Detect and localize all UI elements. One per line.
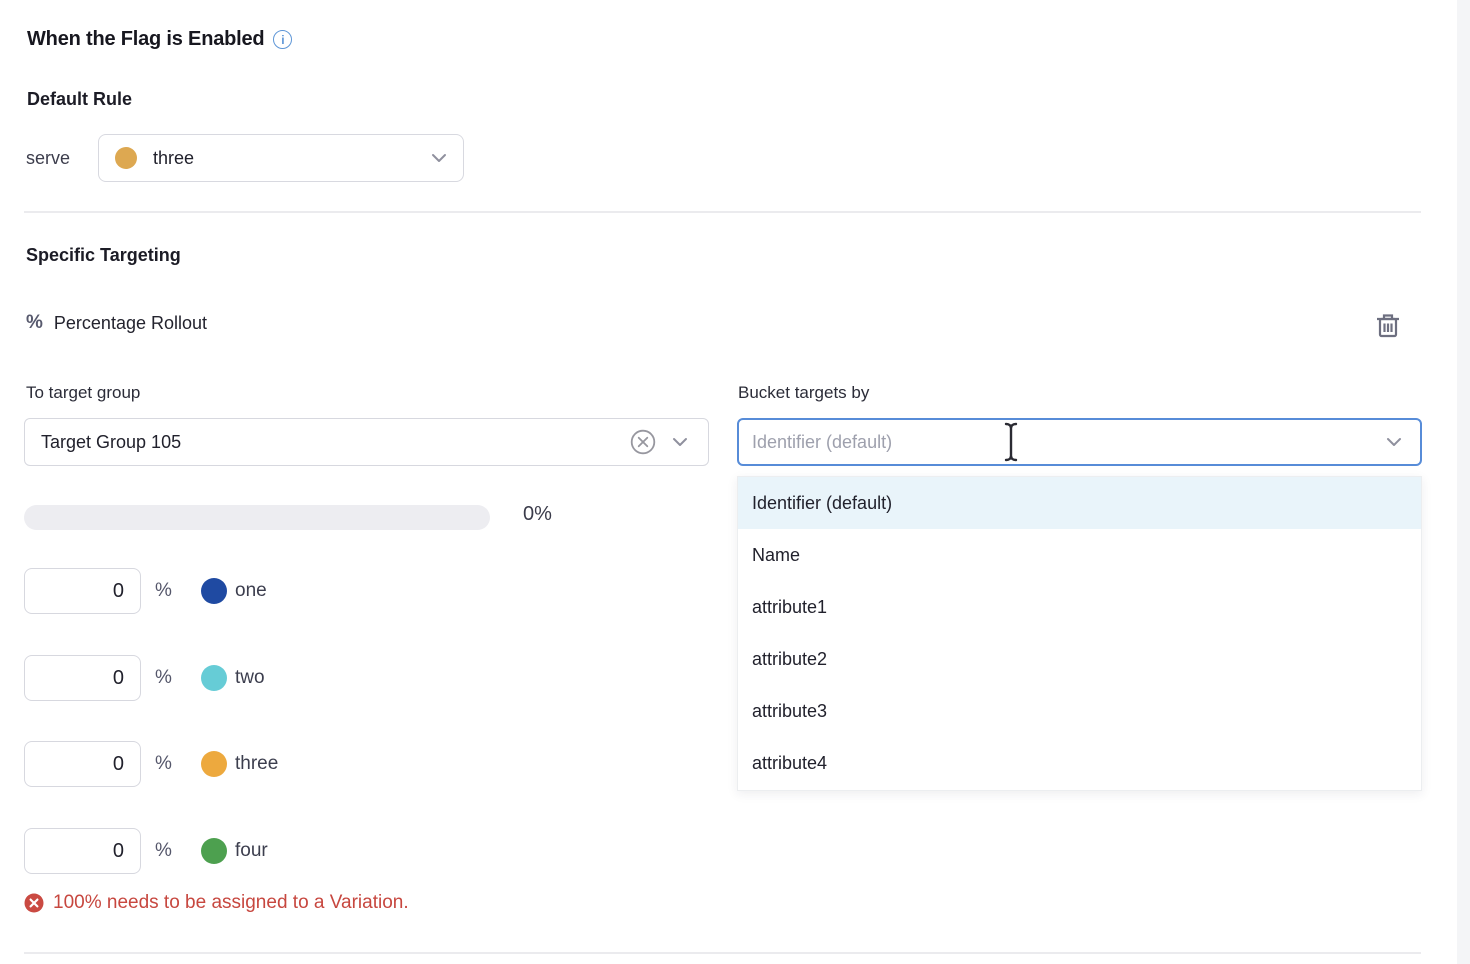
variation-row: % three	[24, 741, 278, 787]
default-rule-heading: Default Rule	[27, 89, 132, 110]
trash-icon	[1376, 311, 1400, 339]
menu-item-attribute1[interactable]: attribute1	[738, 581, 1421, 633]
page-title: When the Flag is Enabled	[27, 28, 264, 51]
serve-label: serve	[26, 134, 70, 182]
variation-percent-input[interactable]	[24, 741, 141, 787]
percent-sign: %	[155, 667, 177, 689]
serve-selected-value: three	[153, 148, 194, 169]
percent-sign: %	[155, 840, 177, 862]
target-group-select[interactable]: Target Group 105	[24, 418, 709, 466]
delete-rollout-button[interactable]	[1371, 306, 1405, 344]
menu-item-attribute4[interactable]: attribute4	[738, 738, 1421, 790]
variation-color-dot	[201, 838, 227, 864]
percentage-icon: %	[26, 312, 43, 334]
percentage-rollout-label: Percentage Rollout	[54, 313, 207, 334]
variation-color-dot	[201, 578, 227, 604]
variation-color-dot	[201, 665, 227, 691]
variation-percent-input[interactable]	[24, 568, 141, 614]
menu-item-identifier-default[interactable]: Identifier (default)	[738, 477, 1421, 529]
variation-name: two	[235, 667, 265, 689]
error-message: 100% needs to be assigned to a Variation…	[53, 892, 409, 914]
section-divider	[24, 211, 1421, 213]
panel-right-edge	[1457, 0, 1470, 964]
percentage-rollout-header: % Percentage Rollout	[26, 310, 207, 336]
section-when-flag-enabled: When the Flag is Enabled	[27, 28, 292, 51]
rollout-progress-bar	[24, 505, 490, 530]
bucket-targets-by-label: Bucket targets by	[738, 383, 869, 403]
bucket-targets-dropdown-menu: Identifier (default) Name attribute1 att…	[737, 476, 1422, 791]
rollout-progress-percent: 0%	[523, 503, 552, 526]
clear-selection-button[interactable]	[630, 429, 656, 455]
variation-percent-input[interactable]	[24, 828, 141, 874]
menu-item-attribute3[interactable]: attribute3	[738, 686, 1421, 738]
menu-item-attribute2[interactable]: attribute2	[738, 634, 1421, 686]
validation-error: 100% needs to be assigned to a Variation…	[24, 892, 409, 914]
clear-circle-x-icon	[630, 429, 656, 455]
section-divider	[24, 952, 1421, 954]
variation-color-dot	[201, 751, 227, 777]
variation-row: % four	[24, 828, 268, 874]
bucket-targets-by-input[interactable]	[752, 432, 1386, 453]
chevron-down-icon	[431, 153, 447, 163]
variation-name: three	[235, 753, 278, 775]
info-icon[interactable]	[273, 30, 292, 49]
variation-row: % two	[24, 655, 265, 701]
chevron-down-icon	[1386, 437, 1402, 447]
variation-percent-input[interactable]	[24, 655, 141, 701]
text-cursor-pointer	[1003, 421, 1019, 463]
variation-color-dot	[115, 147, 137, 169]
variation-name: four	[235, 840, 268, 862]
to-target-group-label: To target group	[26, 383, 140, 403]
variation-name: one	[235, 580, 267, 602]
menu-item-name[interactable]: Name	[738, 529, 1421, 581]
specific-targeting-heading: Specific Targeting	[26, 245, 181, 266]
target-group-selected-value: Target Group 105	[41, 432, 181, 453]
serve-variation-select[interactable]: three	[98, 134, 464, 182]
error-icon	[24, 893, 44, 913]
bucket-targets-by-combobox[interactable]	[737, 418, 1422, 466]
percent-sign: %	[155, 753, 177, 775]
variation-row: % one	[24, 568, 267, 614]
percent-sign: %	[155, 580, 177, 602]
chevron-down-icon	[672, 437, 688, 447]
